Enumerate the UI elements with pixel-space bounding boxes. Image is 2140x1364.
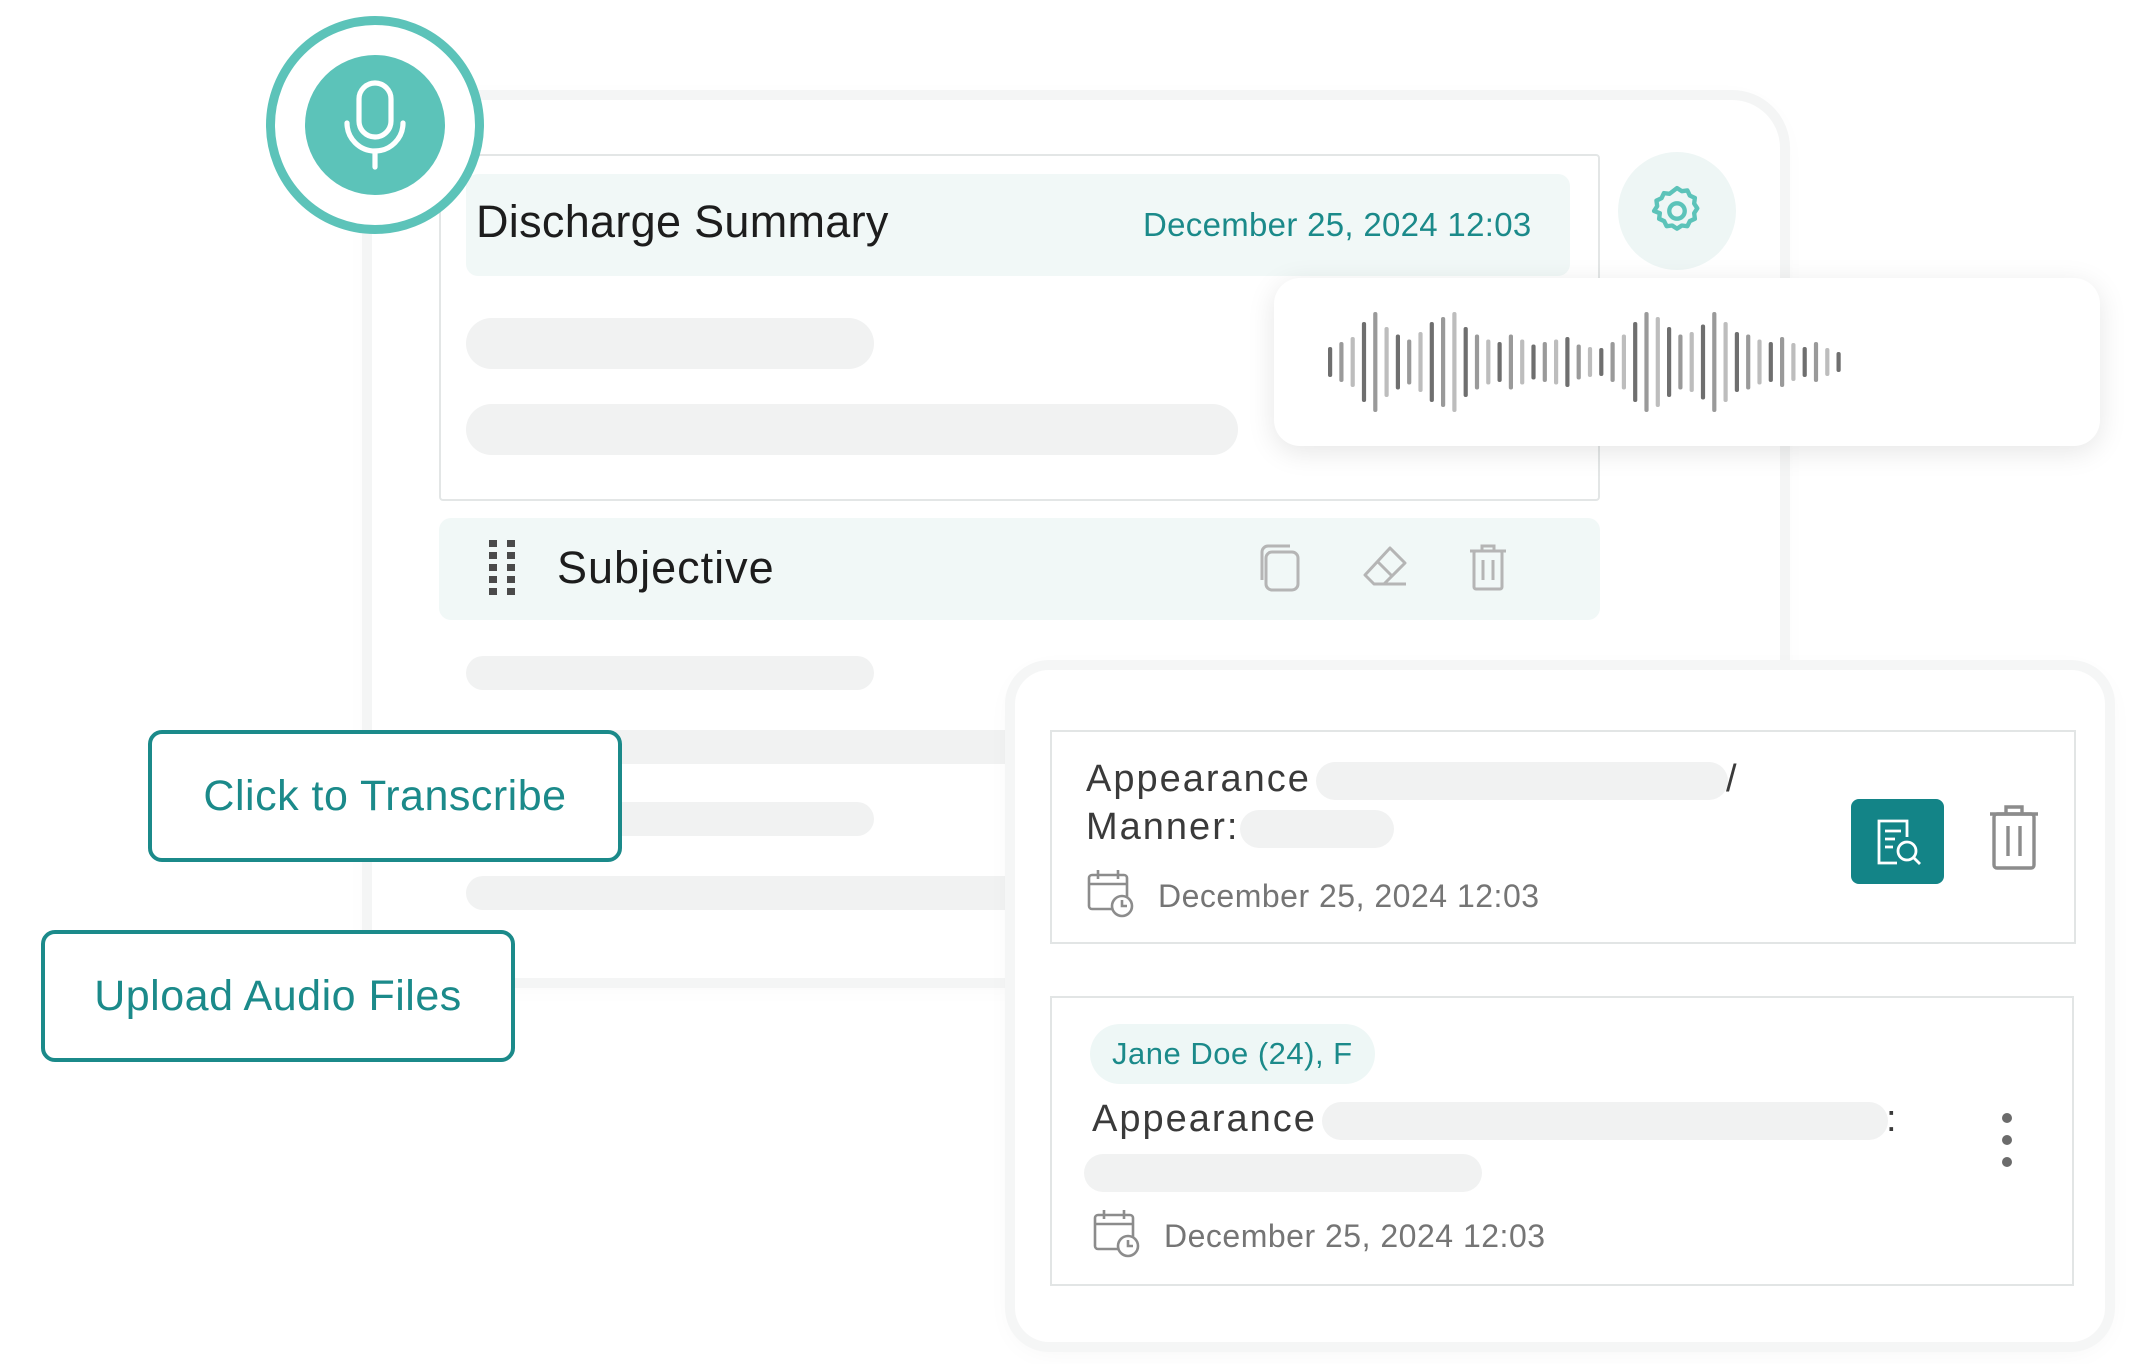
gear-icon — [1651, 185, 1700, 231]
waveform-bar — [1723, 322, 1728, 402]
waveform-bar — [1508, 334, 1513, 390]
text-placeholder — [466, 318, 874, 369]
microphone-icon — [344, 80, 406, 170]
waveform-bar — [1813, 342, 1819, 382]
copy-icon[interactable] — [1256, 542, 1302, 599]
waveform-bar — [1587, 347, 1593, 377]
entry-date: December 25, 2024 12:03 — [1158, 878, 1540, 914]
waveform-bar — [1565, 337, 1570, 387]
waveform-bar — [1757, 339, 1762, 385]
waveform-bar — [1734, 332, 1739, 392]
waveform-bar — [1700, 324, 1706, 400]
waveform-bar — [1463, 327, 1468, 397]
waveform-bar — [1576, 344, 1581, 380]
discharge-summary-title: Discharge Summary — [476, 196, 889, 247]
transcribe-button[interactable]: Click to Transcribe — [148, 730, 622, 862]
entry-date: December 25, 2024 12:03 — [1164, 1218, 1546, 1254]
record-button[interactable] — [266, 16, 484, 234]
waveform-bar — [1452, 312, 1457, 412]
waveform-bar — [1384, 327, 1389, 397]
waveform-bar — [1621, 334, 1626, 390]
waveform-bar — [1712, 312, 1717, 412]
waveform-bar — [1599, 348, 1604, 376]
waveform-bar — [1780, 337, 1785, 387]
text-placeholder — [1322, 1102, 1888, 1140]
waveform-bar — [1486, 339, 1491, 385]
waveform-bar — [1791, 343, 1796, 381]
entry-text: Appearance — [1092, 1098, 1317, 1140]
waveform-bar — [1520, 339, 1525, 385]
waveform-bar — [1542, 342, 1547, 382]
waveform-bar — [1497, 342, 1502, 382]
waveform-bar — [1474, 334, 1480, 390]
waveform-bar — [1554, 339, 1559, 385]
entry-separator: / — [1726, 758, 1739, 800]
waveform-bar — [1655, 317, 1660, 407]
calendar-clock-icon — [1086, 868, 1136, 923]
entry-text: Manner: — [1086, 806, 1240, 848]
settings-button[interactable] — [1618, 152, 1736, 270]
waveform-bar — [1350, 337, 1355, 387]
eraser-icon[interactable] — [1360, 543, 1410, 596]
waveform-bar — [1395, 334, 1400, 390]
waveform-bar — [1339, 342, 1344, 382]
waveform-bar — [1689, 332, 1694, 392]
waveform-bar — [1610, 342, 1615, 382]
document-search-icon — [1877, 819, 1921, 865]
text-placeholder — [1316, 762, 1728, 800]
text-placeholder — [1240, 810, 1394, 848]
waveform-bar — [1328, 347, 1333, 377]
waveform-bar — [1418, 332, 1423, 392]
text-placeholder — [466, 656, 874, 690]
section-title: Subjective — [557, 542, 775, 593]
waveform-bar — [1678, 334, 1683, 390]
waveform-bar — [1802, 347, 1807, 377]
waveform-bar — [1361, 322, 1367, 402]
waveform-bar — [1441, 317, 1446, 407]
calendar-clock-icon — [1092, 1208, 1142, 1263]
waveform-bar — [1836, 352, 1841, 372]
waveform-icon — [1328, 312, 1841, 412]
entry-separator: : — [1886, 1098, 1899, 1140]
waveform-bar — [1407, 339, 1412, 385]
audio-waveform-card — [1274, 278, 2100, 446]
waveform-bar — [1429, 322, 1434, 402]
waveform-bar — [1667, 327, 1672, 397]
text-placeholder — [466, 404, 1238, 455]
drag-handle-icon[interactable] — [487, 538, 521, 605]
text-placeholder — [466, 876, 1026, 910]
trash-icon[interactable] — [1987, 804, 2041, 877]
trash-icon[interactable] — [1466, 542, 1510, 599]
waveform-bar — [1531, 344, 1536, 380]
waveform-bar — [1768, 342, 1773, 382]
waveform-bar — [1373, 312, 1378, 412]
upload-audio-button[interactable]: Upload Audio Files — [41, 930, 515, 1062]
discharge-summary-date: December 25, 2024 12:03 — [1143, 206, 1532, 243]
entry-text: Appearance — [1086, 758, 1311, 800]
waveform-bar — [1746, 334, 1751, 390]
view-details-button[interactable] — [1851, 799, 1944, 884]
waveform-bar — [1825, 348, 1830, 376]
text-placeholder — [1084, 1154, 1482, 1192]
waveform-bar — [1633, 322, 1638, 402]
more-vertical-icon[interactable] — [2000, 1112, 2014, 1173]
waveform-bar — [1644, 312, 1649, 412]
patient-chip[interactable]: Jane Doe (24), F — [1090, 1024, 1375, 1084]
